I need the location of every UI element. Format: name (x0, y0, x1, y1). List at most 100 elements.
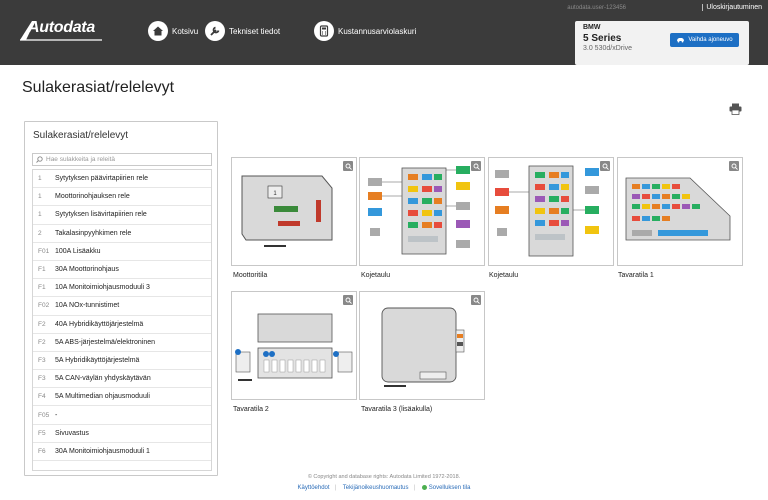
diagram-label[interactable]: Kojetaulu (361, 272, 390, 279)
fuse-list-item[interactable]: F4 5A Multimedian ohjausmoduuli (33, 388, 211, 407)
fuse-number: F4 (38, 393, 46, 401)
nav-home[interactable]: Kotsivu (148, 20, 198, 42)
zoom-icon[interactable] (471, 295, 481, 305)
fusebox-sidebar: Sulakerasiat/relelevyt Hae sulakkeita ja… (24, 121, 218, 476)
copyright-notice-link[interactable]: Tekijänoikeushuomautus (338, 485, 414, 491)
fuse-list-item[interactable]: 1 Sytytyksen päävirtapiirien rele (33, 170, 211, 189)
brand-name[interactable]: Autodata (28, 19, 95, 37)
wrench-icon (205, 21, 225, 41)
fuse-list-item[interactable]: F02 10A NOx-tunnistimet (33, 297, 211, 316)
vehicle-model: 5 Series (583, 33, 622, 44)
diagram-dashboard-1[interactable] (359, 157, 485, 266)
nav-technical-data[interactable]: Tekniset tiedot (205, 20, 280, 42)
fuse-list-item[interactable]: F2 5A ABS-järjestelmä/elektroninen (33, 334, 211, 352)
fuse-list-item[interactable]: 2 Takalasinpyyhkimen rele (33, 225, 211, 243)
fuse-number: F3 (38, 375, 46, 383)
calculator-icon (314, 21, 334, 41)
fuse-list-item[interactable]: F1 30A Moottorinohjaus (33, 261, 211, 280)
fuse-label: 30A Moottorinohjaus (55, 266, 119, 274)
diagram-label[interactable]: Tavaratila 3 (lisäakulla) (361, 406, 432, 413)
fuse-number: F2 (38, 338, 46, 346)
footer-separator: | (413, 485, 416, 492)
fuse-label: Sytytyksen lisävirtapiirien rele (55, 211, 147, 219)
fuse-number: 1 (38, 211, 42, 219)
nav-home-label: Kotsivu (172, 26, 199, 36)
search-placeholder: Hae sulakkeita ja releitä (46, 156, 116, 163)
trunk-fusebox-diagram-3 (381, 307, 465, 387)
fuse-number: 1 (38, 193, 42, 201)
change-vehicle-label: Vaihda ajoneuvo (688, 37, 733, 43)
zoom-icon[interactable] (600, 161, 610, 171)
diagram-dashboard-2[interactable] (488, 157, 614, 266)
fuse-number: 2 (38, 229, 42, 237)
diagram-label[interactable]: Kojetaulu (489, 272, 518, 279)
engine-bay-fusebox-diagram: 1 (241, 175, 333, 247)
trunk-fusebox-diagram-1 (625, 177, 731, 241)
sidebar-title: Sulakerasiat/relelevyt (33, 130, 129, 141)
fuse-list-item[interactable]: F2 40A Hybridikäyttöjärjestelmä (33, 316, 211, 334)
diagram-trunk-2[interactable] (231, 291, 357, 400)
fuse-number: F2 (38, 320, 46, 328)
fuse-label: - (55, 411, 58, 419)
footer-separator: | (334, 485, 337, 492)
fuse-number: F1 (38, 266, 46, 274)
fuse-number: F1 (38, 284, 46, 292)
sidebar-search-input[interactable]: Hae sulakkeita ja releitä (32, 153, 212, 166)
zoom-icon[interactable] (343, 161, 353, 171)
fuse-list-item[interactable]: 1 Moottorinohjauksen rele (33, 188, 211, 207)
fuse-list-item[interactable]: F1 10A Monitoimiohjausmoduuli 3 (33, 279, 211, 298)
change-vehicle-button[interactable]: Vaihda ajoneuvo (670, 33, 739, 47)
vehicle-variant: 3.0 530d/xDrive (583, 45, 633, 52)
footer-links: Käyttöehdot | Tekijänoikeushuomautus | Sov… (0, 485, 768, 491)
page-title: Sulakerasiat/relelevyt (22, 79, 175, 96)
username: autodata.user-123456 (567, 5, 626, 11)
fuse-list-item[interactable]: F01 100A Lisäakku (33, 243, 211, 261)
diagram-label[interactable]: Tavaratila 2 (233, 406, 269, 413)
fuse-label: 5A CAN-väylän yhdyskäytävän (55, 375, 151, 383)
terms-link[interactable]: Käyttöehdot (293, 485, 335, 491)
trunk-fusebox-diagram-2 (235, 313, 353, 381)
fuse-list-item[interactable]: F6 30A Monitoimiohjausmoduuli 1 (33, 443, 211, 461)
diagram-label[interactable]: Moottoritila (233, 272, 267, 279)
dashboard-fusebox-diagram-1 (368, 166, 470, 255)
fuse-relay-list[interactable]: 1 Sytytyksen päävirtapiirien rele 1 Moottor… (32, 169, 212, 471)
dashboard-fusebox-diagram-2 (495, 165, 599, 257)
print-icon[interactable] (729, 103, 742, 115)
diagram-trunk-3[interactable] (359, 291, 485, 400)
fuse-list-item[interactable]: F3 5A CAN-väylän yhdyskäytävän (33, 370, 211, 389)
nav-cost-estimator-label: Kustannusarviolaskuri (338, 26, 417, 36)
diagram-trunk-1[interactable] (617, 157, 743, 266)
fuse-number: F5 (38, 429, 46, 437)
vehicle-make: BMW (583, 24, 601, 31)
fuse-label: 5A Multimedian ohjausmoduuli (55, 393, 150, 401)
fuse-number: F05 (38, 411, 50, 419)
fuse-list-item[interactable]: 1 Sytytyksen lisävirtapiirien rele (33, 206, 211, 225)
diagram-label[interactable]: Tavaratila 1 (618, 272, 654, 279)
nav-cost-estimator[interactable]: Kustannusarviolaskuri (314, 20, 416, 42)
fuse-label: Takalasinpyyhkimen rele (55, 229, 132, 237)
zoom-icon[interactable] (343, 295, 353, 305)
fuse-number: F02 (38, 302, 50, 310)
fuse-number: F3 (38, 356, 46, 364)
car-icon (677, 38, 685, 43)
logout-link[interactable]: Uloskirjautuminen (702, 4, 762, 11)
fuse-number: F6 (38, 447, 46, 455)
diagram-engine-bay[interactable]: 1 (231, 157, 357, 266)
status-dot-icon (421, 485, 427, 490)
fuse-list-item[interactable]: F05- (33, 406, 211, 425)
fuse-number: F01 (38, 247, 50, 255)
fuse-label: Sytytyksen päävirtapiirien rele (55, 175, 148, 183)
fuse-number: 1 (38, 175, 42, 183)
search-icon (36, 156, 43, 163)
app-status-link[interactable]: Sovelluksen tila (417, 485, 476, 491)
vehicle-card: BMW 5 Series 3.0 530d/xDrive Vaihda ajon… (575, 21, 749, 65)
fuse-list-item[interactable]: F3 5A Hybridikäyttöjärjestelmä (33, 352, 211, 371)
home-icon (148, 21, 168, 41)
fuse-label: 30A Monitoimiohjausmoduuli 1 (55, 447, 150, 455)
fuse-label: 100A Lisäakku (55, 247, 101, 255)
zoom-icon[interactable] (729, 161, 739, 171)
fuse-list-item[interactable]: F5 Sivuvastus (33, 425, 211, 443)
app-status-label: Sovelluksen tila (428, 485, 471, 492)
zoom-icon[interactable] (471, 161, 481, 171)
fuse-label: 10A NOx-tunnistimet (55, 302, 120, 310)
